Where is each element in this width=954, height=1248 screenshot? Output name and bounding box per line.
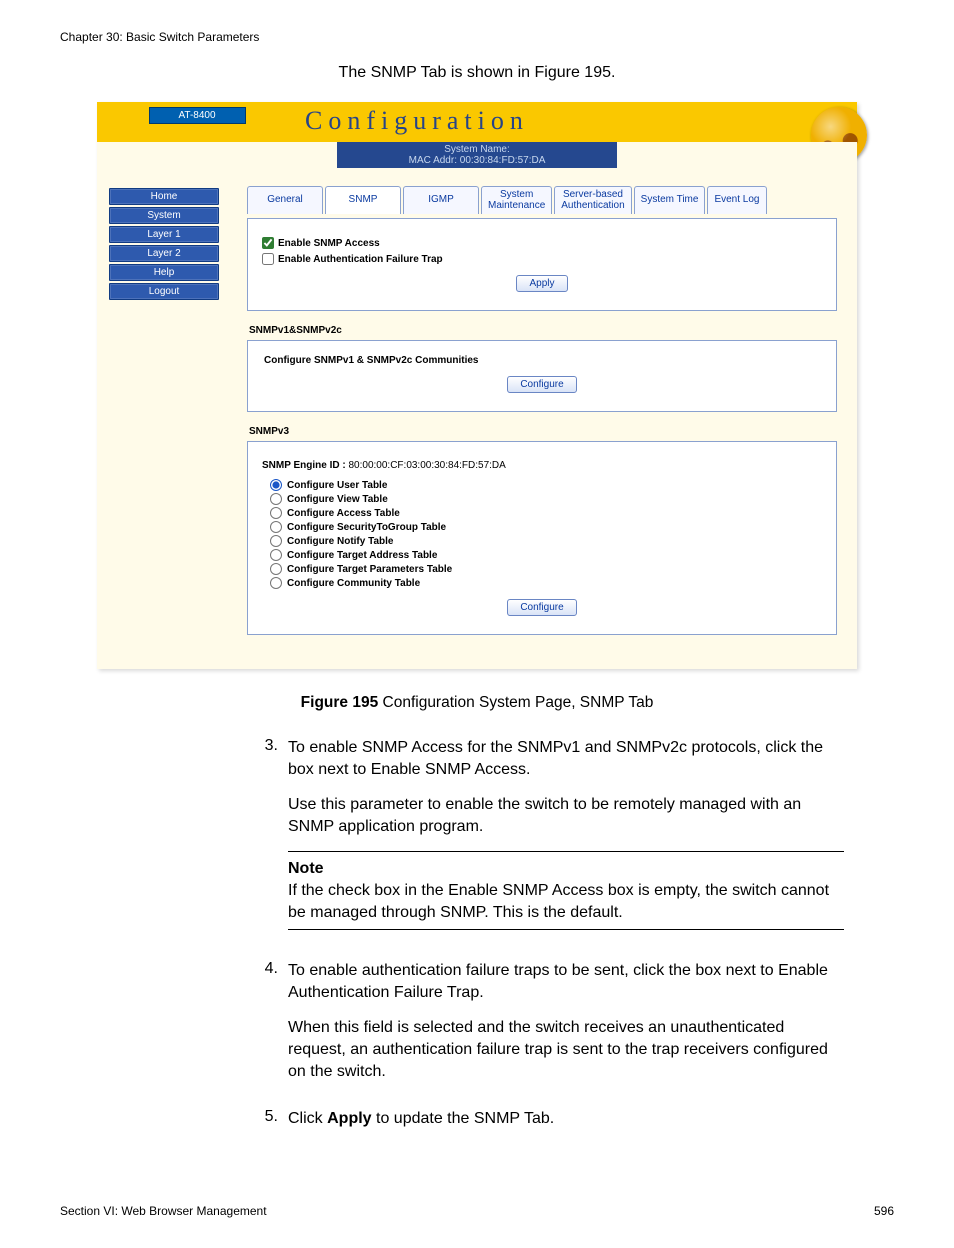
lbl-community-table: Configure Community Table [287,578,420,589]
nav-layer2[interactable]: Layer 2 [109,245,219,262]
lbl-target-addr-table: Configure Target Address Table [287,550,437,561]
enable-snmp-checkbox[interactable] [262,237,274,249]
snmp-access-panel: Enable SNMP Access Enable Authentication… [247,218,837,311]
radio-sectogroup-table[interactable] [270,521,282,533]
tab-igmp[interactable]: IGMP [403,186,479,214]
snmpv3-panel: SNMP Engine ID : 80:00:00:CF:03:00:30:84… [247,441,837,635]
snmpv1v2-header: SNMPv1&SNMPv2c [249,325,837,336]
tab-event-log[interactable]: Event Log [707,186,766,214]
radio-access-table[interactable] [270,507,282,519]
footer-page: 596 [874,1204,894,1218]
nav-system[interactable]: System [109,207,219,224]
lbl-sectogroup-table: Configure SecurityToGroup Table [287,522,446,533]
step-5-prefix: Click [288,1110,327,1127]
step-4-p2: When this field is selected and the swit… [288,1017,844,1082]
radio-community-table[interactable] [270,577,282,589]
step-5-bold: Apply [327,1110,371,1127]
system-name-label: System Name: [444,144,510,155]
radio-target-params-table[interactable] [270,563,282,575]
footer-section: Section VI: Web Browser Management [60,1204,267,1218]
step-5-num: 5. [250,1108,288,1144]
enable-auth-trap-checkbox[interactable] [262,253,274,265]
step-4-p1: To enable authentication failure traps t… [288,960,844,1003]
tabs-row: General SNMP IGMP System Maintenance Ser… [247,186,837,214]
tab-system-time[interactable]: System Time [634,186,706,214]
snmpv1v2-sub: Configure SNMPv1 & SNMPv2c Communities [264,355,822,366]
system-info-bar: System Name: MAC Addr: 00:30:84:FD:57:DA [97,142,857,168]
tab-sa-line2: Authentication [561,201,624,212]
snmpv1v2-panel: Configure SNMPv1 & SNMPv2c Communities C… [247,340,837,412]
step-3-p1: To enable SNMP Access for the SNMPv1 and… [288,737,844,780]
figure-title: Configuration System Page, SNMP Tab [378,694,653,711]
engine-id-value: 80:00:00:CF:03:00:30:84:FD:57:DA [349,460,506,471]
figure-caption: Figure 195 Configuration System Page, SN… [60,694,894,712]
step-3-num: 3. [250,737,288,948]
note-box: Note If the check box in the Enable SNMP… [288,851,844,930]
lbl-access-table: Configure Access Table [287,508,400,519]
nav-layer1[interactable]: Layer 1 [109,226,219,243]
lbl-notify-table: Configure Notify Table [287,536,393,547]
lbl-view-table: Configure View Table [287,494,388,505]
intro-line: The SNMP Tab is shown in Figure 195. [60,64,894,82]
radio-notify-table[interactable] [270,535,282,547]
tab-sm-line1: System [500,190,533,201]
enable-snmp-label: Enable SNMP Access [278,238,380,249]
page-title: Configuration [297,102,857,142]
chapter-header: Chapter 30: Basic Switch Parameters [60,30,894,44]
enable-auth-trap-label: Enable Authentication Failure Trap [278,254,443,265]
configure-v1v2-button[interactable]: Configure [507,376,576,393]
config-screenshot: AT-8400 Configuration System Name: MAC A… [97,102,857,669]
tab-sm-line2: Maintenance [488,201,545,212]
tab-snmp[interactable]: SNMP [325,186,401,214]
step-4-num: 4. [250,960,288,1096]
apply-button[interactable]: Apply [516,275,567,292]
step-5-text: Click Apply to update the SNMP Tab. [288,1108,844,1130]
left-nav: Home System Layer 1 Layer 2 Help Logout [97,168,219,649]
tab-general[interactable]: General [247,186,323,214]
nav-help[interactable]: Help [109,264,219,281]
lbl-user-table: Configure User Table [287,480,387,491]
step-5-suffix: to update the SNMP Tab. [372,1110,555,1127]
engine-id-label: SNMP Engine ID : [262,460,346,471]
lbl-target-params-table: Configure Target Parameters Table [287,564,452,575]
radio-target-addr-table[interactable] [270,549,282,561]
nav-logout[interactable]: Logout [109,283,219,300]
tab-server-auth[interactable]: Server-based Authentication [554,186,631,214]
mac-address: MAC Addr: 00:30:84:FD:57:DA [409,155,546,166]
radio-view-table[interactable] [270,493,282,505]
step-3-p2: Use this parameter to enable the switch … [288,794,844,837]
tab-system-maintenance[interactable]: System Maintenance [481,186,552,214]
radio-user-table[interactable] [270,479,282,491]
device-model: AT-8400 [149,107,246,124]
snmpv3-header: SNMPv3 [249,426,837,437]
configure-v3-button[interactable]: Configure [507,599,576,616]
tab-sa-line1: Server-based [563,190,623,201]
note-body: If the check box in the Enable SNMP Acce… [288,880,844,923]
nav-home[interactable]: Home [109,188,219,205]
figure-number: Figure 195 [301,694,379,711]
note-label: Note [288,858,844,880]
